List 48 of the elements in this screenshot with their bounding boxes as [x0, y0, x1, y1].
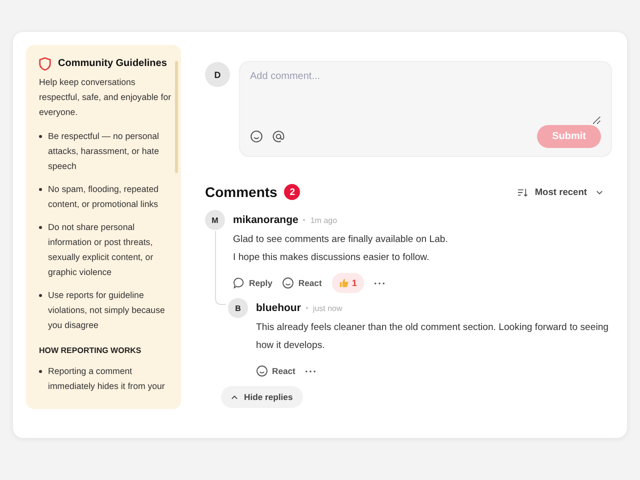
section-heading: HOW REPORTING WORKS — [39, 345, 142, 357]
user-avatar: D — [205, 62, 230, 87]
rule-text: Do not share personal information or post threats, sexually explicit content, or graphic violence — [48, 221, 154, 279]
timestamp: 1m ago — [310, 216, 338, 224]
bullet-icon — [39, 226, 42, 229]
rule-text: No spam, flooding, repeated content, or promotional links — [48, 183, 160, 211]
bullet-icon — [39, 370, 42, 373]
thumbs-up-icon — [338, 278, 349, 288]
emoji-icon — [282, 277, 294, 289]
rule-text: Be respectful — no personal attacks, harassment, or hate speech — [48, 130, 160, 173]
comment-text: Glad to see comments are finally available on Lab. — [233, 233, 449, 247]
hide-replies-button[interactable]: Hide replies — [221, 386, 303, 408]
separator-dot — [303, 219, 306, 221]
emoji-icon — [256, 365, 268, 377]
count-badge: 2 — [284, 184, 300, 200]
shield-icon — [39, 56, 51, 70]
chevron-icon — [596, 190, 603, 194]
scrollbar-thumb[interactable] — [175, 61, 178, 173]
reply-button[interactable]: Reply — [233, 277, 272, 289]
timestamp: just now — [312, 304, 342, 312]
react-button[interactable]: React — [282, 277, 322, 289]
emoji-icon[interactable] — [250, 130, 263, 143]
comment-text: This already feels cleaner than the old comment section. Looking forward to seeing how it develops. — [256, 321, 610, 352]
bullet-icon — [39, 188, 42, 191]
more-button[interactable] — [305, 370, 316, 372]
more-icon — [374, 282, 385, 284]
more-button[interactable] — [374, 282, 385, 284]
rule-text: Use reports for guideline violations, not simply because you disagree — [48, 289, 166, 332]
reaction-chip[interactable]: 1 — [332, 273, 364, 293]
chevron-icon — [231, 394, 238, 400]
user-avatar: B — [228, 298, 248, 318]
panel-title: Community Guidelines — [58, 57, 167, 71]
rule-text: Reporting a comment immediately hides it from your — [48, 365, 166, 393]
user-avatar: M — [205, 210, 225, 230]
author-name[interactable]: mikanorange — [233, 214, 298, 226]
mention-icon[interactable] — [272, 130, 285, 143]
bullet-icon — [39, 294, 42, 297]
more-icon — [305, 370, 316, 372]
speech-bubble-icon — [233, 277, 245, 289]
intro-text: Help keep conversations respectful, safe, and enjoyable for everyone. — [39, 76, 172, 119]
separator-dot — [306, 307, 308, 309]
author-name[interactable]: bluehour — [256, 302, 301, 314]
comment-text: I hope this makes discussions easier to follow. — [233, 250, 430, 264]
sort-dropdown[interactable]: Most recent — [516, 187, 603, 197]
bullet-icon — [39, 135, 42, 138]
sort-icon — [516, 188, 528, 196]
comments-heading: Comments — [205, 184, 278, 200]
react-button[interactable]: React — [256, 365, 296, 377]
